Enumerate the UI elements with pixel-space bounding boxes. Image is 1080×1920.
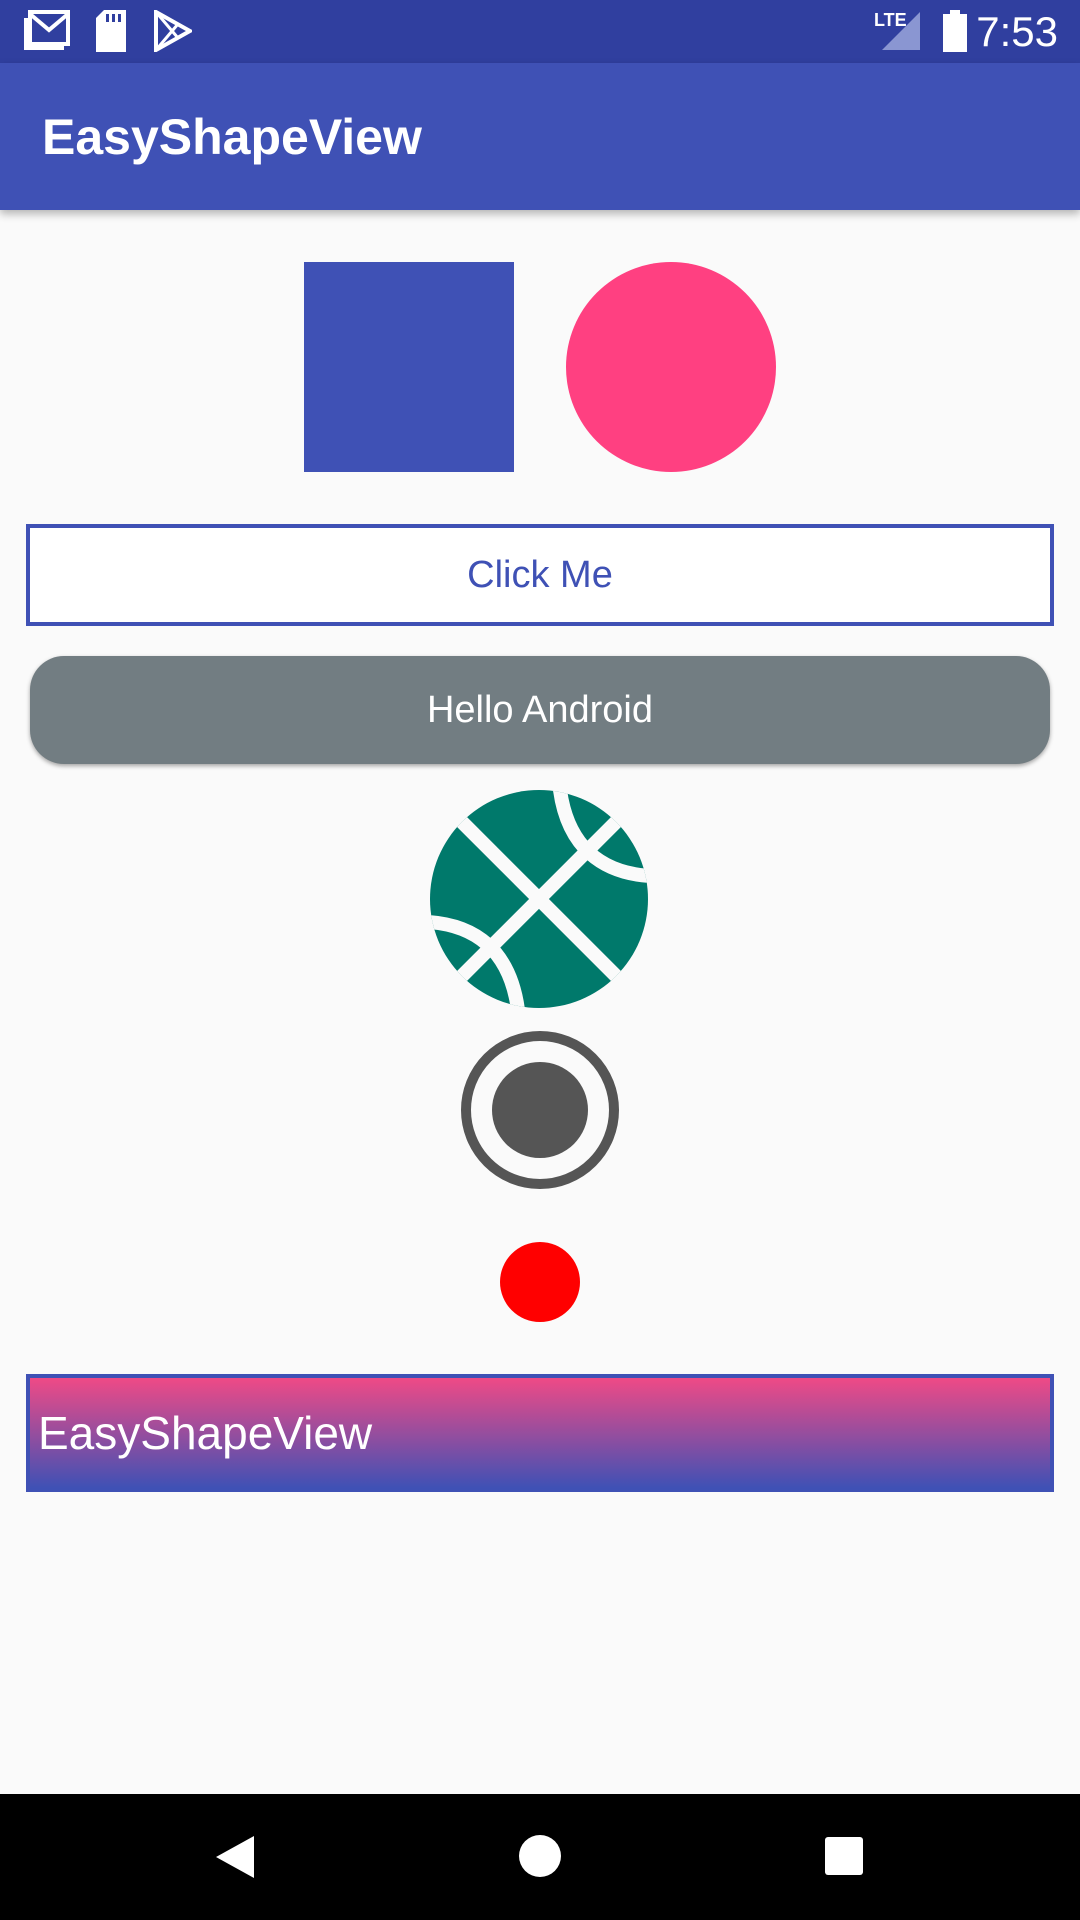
click-me-label: Click Me (467, 553, 613, 596)
recents-icon[interactable] (824, 1836, 864, 1881)
play-store-icon (154, 8, 195, 57)
app-bar: EasyShapeView (0, 63, 1080, 210)
hello-android-button[interactable]: Hello Android (30, 656, 1050, 764)
back-icon[interactable] (214, 1834, 256, 1885)
blue-square-shape (304, 262, 514, 472)
battery-icon (942, 10, 968, 57)
sd-card-icon (94, 10, 128, 57)
pink-circle-shape (566, 262, 776, 472)
radio-button-icon[interactable] (460, 1030, 620, 1190)
red-dot-shape (500, 1242, 580, 1322)
hello-android-label: Hello Android (426, 688, 654, 731)
status-bar: LTE 7:53 (0, 0, 1080, 63)
gradient-view: EasyShapeView (26, 1374, 1054, 1492)
screen: LTE 7:53 EasyShapeView Click Me Hello An… (0, 0, 1080, 1920)
home-icon[interactable] (518, 1834, 562, 1883)
network-label: LTE (874, 10, 907, 30)
status-time: 7:53 (976, 8, 1058, 55)
gmail-icon (24, 10, 72, 55)
click-me-button[interactable]: Click Me (26, 524, 1054, 626)
gradient-view-label: EasyShapeView (38, 1407, 373, 1459)
navigation-bar (0, 1794, 1080, 1920)
app-title: EasyShapeView (42, 109, 422, 165)
basketball-icon (428, 788, 650, 1010)
